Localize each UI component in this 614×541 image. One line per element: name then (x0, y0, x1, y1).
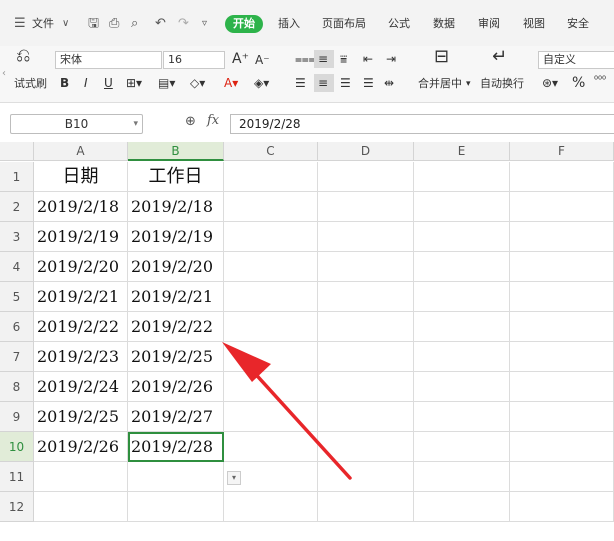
annotation-arrow-icon (222, 342, 352, 480)
